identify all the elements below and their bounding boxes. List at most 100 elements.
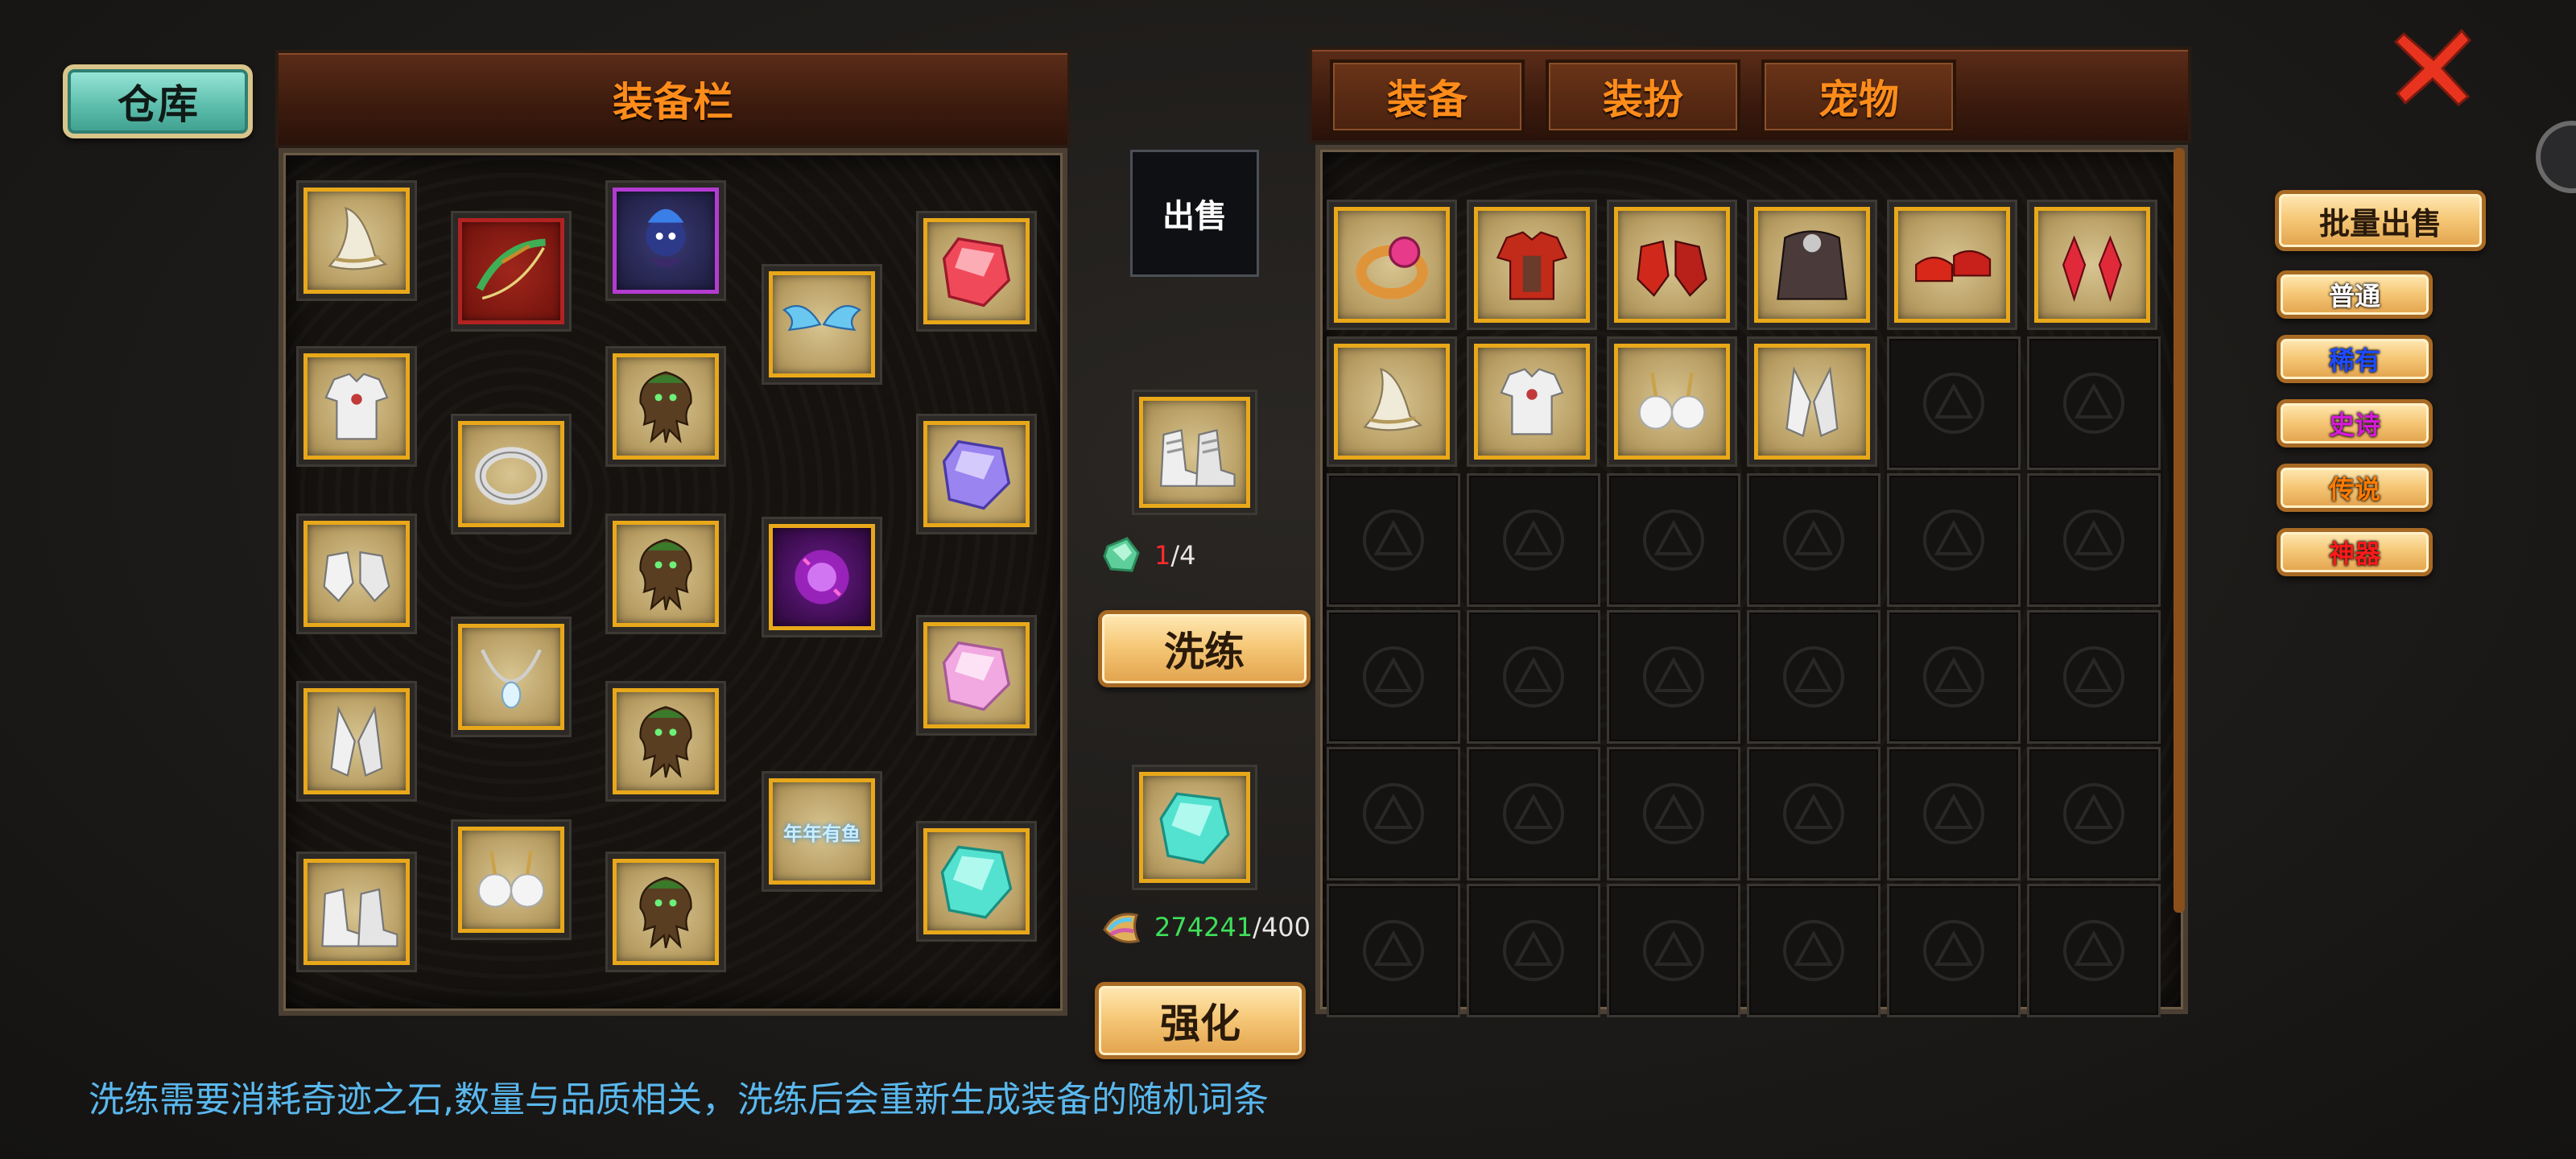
empty-slot-emblem-icon: [2063, 509, 2124, 571]
equipped-slot[interactable]: [296, 514, 417, 634]
empty-inventory-slot[interactable]: [2027, 336, 2161, 470]
empty-inventory-slot[interactable]: [1887, 610, 2021, 744]
empty-inventory-slot[interactable]: [1607, 473, 1740, 607]
equipped-slot[interactable]: [605, 681, 726, 802]
empty-inventory-slot[interactable]: [1747, 884, 1880, 1017]
inventory-slot[interactable]: [1607, 200, 1737, 330]
quality-filter-button[interactable]: 传说: [2277, 464, 2433, 512]
batch-sell-button[interactable]: 批量出售: [2275, 190, 2486, 251]
inventory-slot[interactable]: [1887, 200, 2017, 330]
equipped-item: [458, 624, 564, 730]
empty-inventory-slot[interactable]: [2027, 747, 2161, 881]
empty-slot-emblem-icon: [2063, 646, 2124, 707]
quality-filter-button[interactable]: 史诗: [2277, 399, 2433, 448]
equipped-item: [923, 828, 1030, 934]
empty-inventory-slot[interactable]: [2027, 473, 2161, 607]
empty-inventory-slot[interactable]: [1467, 884, 1600, 1017]
equipped-slot[interactable]: [451, 414, 572, 534]
close-icon: [2393, 28, 2472, 107]
empty-inventory-slot[interactable]: [1327, 884, 1460, 1017]
close-button[interactable]: [2389, 23, 2478, 111]
empty-inventory-slot[interactable]: [1327, 473, 1460, 607]
equipped-slot[interactable]: [605, 346, 726, 467]
equipped-slot[interactable]: [762, 264, 882, 385]
empty-inventory-slot[interactable]: [1607, 610, 1740, 744]
pink-gem-icon: [942, 641, 1011, 711]
quality-filter-button[interactable]: 稀有: [2277, 335, 2433, 383]
red-shoes-icon: [1915, 250, 1992, 283]
inventory-slot[interactable]: [1327, 200, 1457, 330]
inventory-slot[interactable]: [1467, 336, 1597, 467]
empty-slot-emblem-icon: [1643, 509, 1704, 571]
warehouse-button[interactable]: 仓库: [63, 64, 253, 138]
inventory-tab[interactable]: 装扮: [1546, 60, 1740, 134]
refine-button[interactable]: 洗练: [1098, 610, 1311, 687]
equipped-slot[interactable]: [296, 180, 417, 301]
empty-inventory-slot[interactable]: [1467, 473, 1600, 607]
empty-slot-emblem-icon: [1783, 646, 1844, 707]
equipped-slot[interactable]: 年年有鱼: [762, 771, 882, 892]
equipped-slot[interactable]: [296, 346, 417, 467]
empty-inventory-slot[interactable]: [2027, 884, 2161, 1017]
empty-inventory-slot[interactable]: [1747, 610, 1880, 744]
equipped-slot[interactable]: [605, 180, 726, 301]
equipped-slot[interactable]: [451, 819, 572, 940]
empty-inventory-slot[interactable]: [1747, 747, 1880, 881]
refine-target-slot[interactable]: [1132, 390, 1257, 515]
empty-slot-emblem-icon: [1783, 920, 1844, 981]
empty-slot-emblem-icon: [1503, 646, 1564, 707]
inventory-scrollbar[interactable]: [2174, 148, 2185, 913]
pearl-necklace-icon: [481, 649, 542, 709]
inventory-slot[interactable]: [2027, 200, 2157, 330]
red-gauntlets-icon: [1637, 240, 1707, 297]
inventory-slot[interactable]: [1747, 336, 1877, 467]
empty-inventory-slot[interactable]: [1327, 610, 1460, 744]
inventory-tab[interactable]: 宠物: [1761, 60, 1956, 134]
empty-inventory-slot[interactable]: [1607, 884, 1740, 1017]
equipped-slot[interactable]: [916, 821, 1037, 942]
equipped-slot[interactable]: [451, 617, 572, 737]
equipped-slot[interactable]: [296, 681, 417, 802]
empty-inventory-slot[interactable]: [1887, 884, 2021, 1017]
empty-inventory-slot[interactable]: [2027, 610, 2161, 744]
inventory-item: [1614, 344, 1730, 460]
equipped-slot[interactable]: [296, 852, 417, 972]
empty-inventory-slot[interactable]: [1607, 747, 1740, 881]
equipped-slot[interactable]: [916, 211, 1037, 332]
inventory-tab[interactable]: 装备: [1330, 60, 1525, 134]
red-gem-icon: [942, 237, 1011, 307]
equipped-slot[interactable]: [916, 615, 1037, 736]
empty-slot-emblem-icon: [1643, 920, 1704, 981]
empty-slot-emblem-icon: [2063, 783, 2124, 844]
empty-inventory-slot[interactable]: [1887, 336, 2021, 470]
ruby-earrings-icon: [2062, 235, 2123, 303]
empty-inventory-slot[interactable]: [1747, 473, 1880, 607]
white-boots-icon: [1160, 429, 1236, 487]
empty-inventory-slot[interactable]: [1467, 747, 1600, 881]
enhance-material-slot[interactable]: [1132, 765, 1257, 890]
title-badge-icon: 年年有鱼: [783, 822, 861, 845]
empty-inventory-slot[interactable]: [1467, 610, 1600, 744]
empty-slot-emblem-icon: [1923, 920, 1984, 981]
quality-filter-button[interactable]: 神器: [2277, 528, 2433, 576]
empty-slot-emblem-icon: [1503, 920, 1564, 981]
equipped-slot[interactable]: [916, 414, 1037, 534]
inventory-slot[interactable]: [1747, 200, 1877, 330]
inventory-slot[interactable]: [1467, 200, 1597, 330]
tree-spirit-icon: [639, 538, 692, 611]
white-greaves-icon: [330, 705, 383, 777]
empty-inventory-slot[interactable]: [1327, 747, 1460, 881]
equipped-slot[interactable]: [451, 211, 572, 332]
quality-filter-button[interactable]: 普通: [2277, 270, 2433, 319]
inventory-slot[interactable]: [1327, 336, 1457, 467]
inventory-slot[interactable]: [1607, 336, 1737, 467]
equipped-slot[interactable]: [605, 852, 726, 972]
empty-inventory-slot[interactable]: [1887, 473, 2021, 607]
sell-button[interactable]: 出售: [1130, 150, 1259, 277]
equipped-slot[interactable]: [762, 517, 882, 637]
equipped-item: [458, 421, 564, 527]
equipped-slot[interactable]: [605, 514, 726, 634]
enhance-button[interactable]: 强化: [1095, 982, 1306, 1059]
empty-inventory-slot[interactable]: [1887, 747, 2021, 881]
white-armor-icon: [1500, 368, 1564, 435]
